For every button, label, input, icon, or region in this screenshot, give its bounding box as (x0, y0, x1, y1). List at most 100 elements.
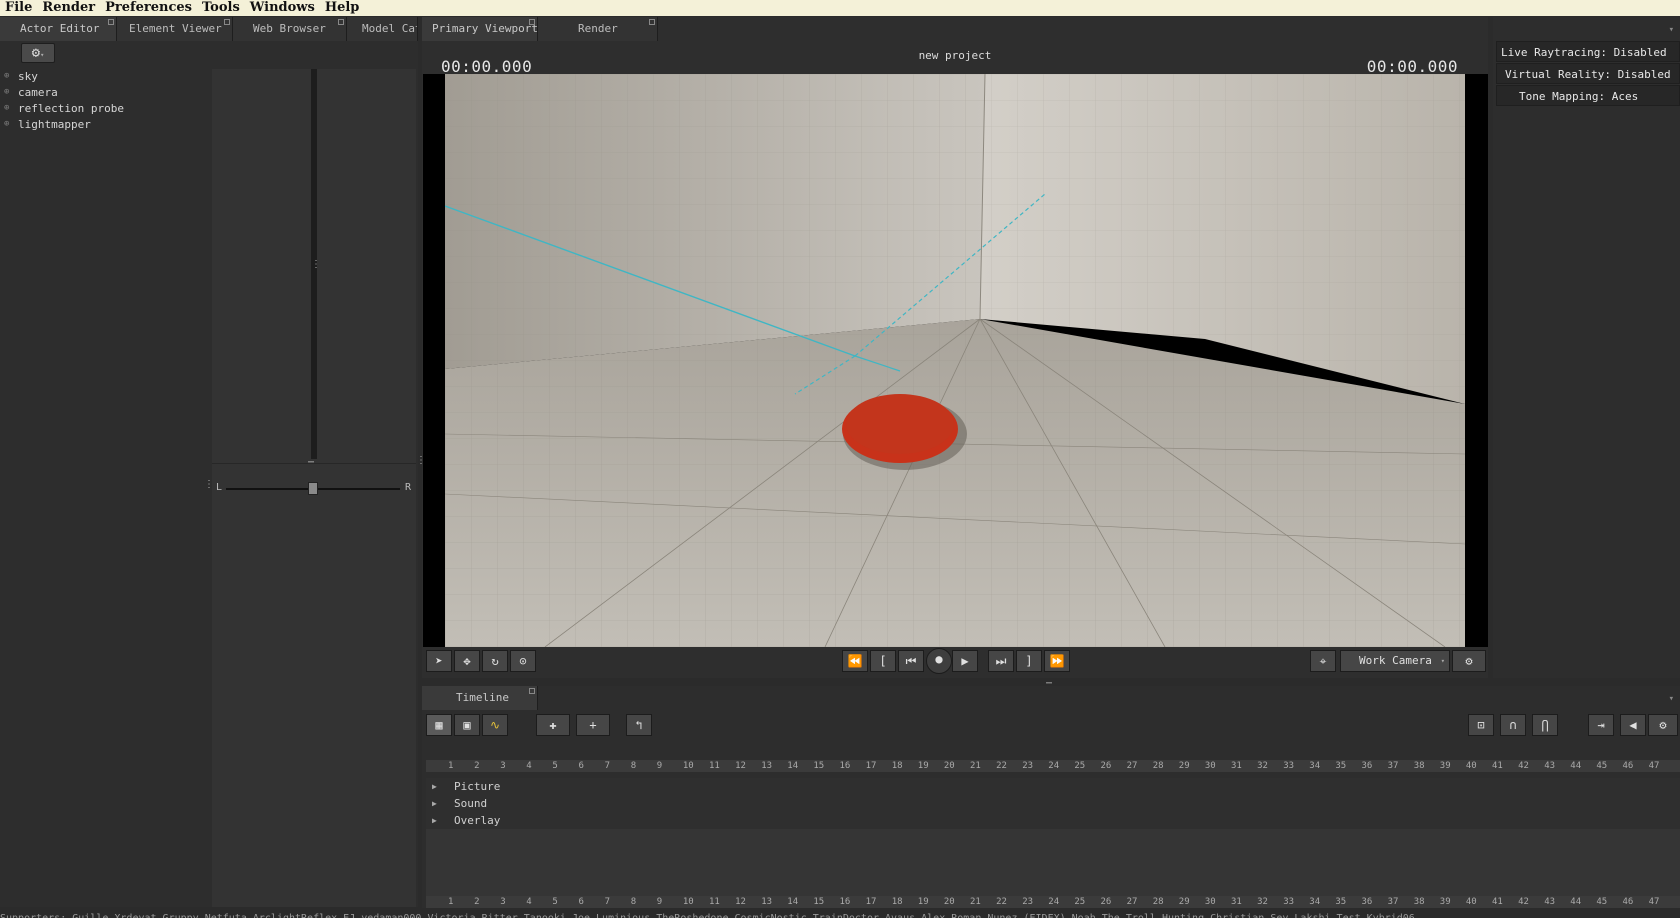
menu-tools[interactable]: Tools (197, 0, 245, 16)
tone-mapping-status[interactable]: Tone Mapping: Aces (1496, 85, 1680, 106)
undock-icon[interactable] (649, 19, 655, 25)
motion-editor-button[interactable]: ▣ (454, 714, 480, 736)
up-arrow-icon: ↰ (635, 718, 643, 732)
select-tool-button[interactable]: ➤ (426, 650, 452, 672)
magnet-button[interactable]: ∩ (1500, 714, 1526, 736)
camera-target-button[interactable]: ⌖ (1310, 650, 1336, 672)
balance-right-label: R (405, 482, 412, 493)
ruler-tick: 10 (682, 761, 694, 771)
undock-icon[interactable] (338, 19, 344, 25)
viewport-canvas[interactable] (423, 74, 1488, 647)
ruler-tick: 43 (1544, 897, 1556, 907)
actor-item-sky[interactable]: ⊕ sky (0, 69, 210, 85)
next-frame-button[interactable]: ⏭ (988, 650, 1014, 672)
tab-element-viewer[interactable]: Element Viewer (117, 17, 233, 41)
expand-arrow-icon[interactable]: ▶ (432, 812, 437, 829)
panel-menu-icon[interactable]: ▾ (1669, 694, 1674, 704)
rotate-tool-button[interactable]: ↻ (482, 650, 508, 672)
menu-file[interactable]: File (0, 0, 37, 16)
mute-button[interactable]: ◀ (1620, 714, 1646, 736)
expand-icon[interactable]: ⊕ (4, 104, 13, 113)
panel-menu-icon[interactable]: ▾ (1669, 25, 1674, 35)
ruler-tick: 14 (787, 897, 799, 907)
live-raytracing-status[interactable]: Live Raytracing: Disabled (1496, 41, 1680, 62)
ruler-tick: 26 (1100, 897, 1112, 907)
timeline-settings-button[interactable]: ⚙ (1648, 714, 1678, 736)
magnet-icon: ∩ (1509, 718, 1517, 732)
ruler-tick: 4 (526, 761, 532, 771)
graph-editor-button[interactable]: ∿ (482, 714, 508, 736)
splitter-handle[interactable]: ⋮ (311, 259, 321, 270)
mark-in-button[interactable]: [ (870, 650, 896, 672)
jump-end-button[interactable]: ⇥ (1588, 714, 1614, 736)
bracket-left-icon: [ (879, 654, 887, 668)
viewport-settings-button[interactable]: ⚙ (1452, 650, 1486, 672)
ruler-tick: 15 (813, 761, 825, 771)
tab-web-browser[interactable]: Web Browser (233, 17, 347, 41)
previous-frame-button[interactable]: ⏮ (898, 650, 924, 672)
snap-to-frame-button[interactable]: ⊡ (1468, 714, 1494, 736)
ruler-tick: 46 (1622, 897, 1634, 907)
magnet-frames-button[interactable]: ⋂ (1532, 714, 1558, 736)
go-up-button[interactable]: ↰ (626, 714, 652, 736)
play-button[interactable]: ▶ (952, 650, 978, 672)
mark-out-button[interactable]: ] (1016, 650, 1042, 672)
timeline-ruler-bottom[interactable]: 1 2 3 4 5 6 7 8 9 10 11 12 13 14 15 16 17 18 19 20 21 22 23 24 2… (426, 896, 1680, 908)
track-overlay[interactable]: ▶ Overlay (426, 812, 1680, 829)
cursor-icon: ➤ (435, 654, 443, 668)
snap-icon: ⊡ (1477, 718, 1485, 732)
tab-timeline[interactable]: Timeline (422, 686, 538, 710)
undock-icon[interactable] (108, 19, 114, 25)
step-forward-icon: ⏭ (995, 654, 1007, 668)
tab-label: Web Browser (253, 22, 326, 35)
ruler-tick: 47 (1648, 897, 1660, 907)
move-tool-button[interactable]: ✥ (454, 650, 480, 672)
tab-actor-editor[interactable]: Actor Editor (0, 17, 117, 41)
gear-icon: ⚙ (31, 45, 41, 61)
balance-slider-handle[interactable] (308, 482, 318, 495)
skip-forward-button[interactable]: ⏩ (1044, 650, 1070, 672)
expand-arrow-icon[interactable]: ▶ (432, 778, 437, 795)
add-track-button[interactable]: ✚ (536, 714, 570, 736)
expand-icon[interactable]: ⊕ (4, 88, 13, 97)
menu-preferences[interactable]: Preferences (100, 0, 197, 16)
skip-back-button[interactable]: ⏪ (842, 650, 868, 672)
undock-icon[interactable] (224, 19, 230, 25)
virtual-reality-status[interactable]: Virtual Reality: Disabled (1496, 63, 1680, 84)
add-item-button[interactable]: + (576, 714, 610, 736)
ruler-tick: 12 (735, 897, 746, 907)
expand-icon[interactable]: ⊕ (4, 120, 13, 129)
actor-editor-panel: Actor Editor Element Viewer Web Browser … (0, 17, 426, 907)
fast-forward-icon: ⏩ (1049, 654, 1065, 668)
track-picture[interactable]: ▶ Picture (426, 778, 1680, 795)
actor-settings-button[interactable]: ⚙▾ (21, 43, 55, 63)
menu-windows[interactable]: Windows (245, 0, 320, 16)
camera-select[interactable]: Work Camera ▾ (1340, 650, 1450, 672)
timeline-panel: Timeline ▾ ▦ ▣ ∿ ✚ + ↰ ⊡ ∩ ⋂ ⇥ ◀ ⚙ 12345… (422, 686, 1680, 908)
gear-icon: ⚙ (1465, 654, 1473, 668)
ruler-tick: 19 (917, 897, 929, 907)
ruler-tick: 43 (1544, 761, 1556, 771)
record-button[interactable]: ● (926, 648, 952, 674)
menu-render[interactable]: Render (37, 0, 100, 16)
actor-item-reflection-probe[interactable]: ⊕ reflection probe (0, 101, 210, 117)
undock-icon[interactable] (529, 688, 535, 694)
scale-tool-button[interactable]: ⊙ (510, 650, 536, 672)
clip-editor-button[interactable]: ▦ (426, 714, 452, 736)
expand-icon[interactable]: ⊕ (4, 72, 13, 81)
scale-icon: ⊙ (519, 654, 527, 668)
step-back-icon: ⏮ (905, 654, 917, 668)
actor-item-lightmapper[interactable]: ⊕ lightmapper (0, 117, 210, 133)
ruler-tick: 37 (1387, 897, 1399, 907)
track-sound[interactable]: ▶ Sound (426, 795, 1680, 812)
timeline-ruler-top[interactable]: 1 2 3 4 5 6 7 8 9 10 11 12 13 14 15 16 17 18 19 20 21 22 23 24 2… (426, 760, 1680, 772)
tab-render[interactable]: Render (538, 17, 658, 41)
ruler-tick: 42 (1518, 897, 1529, 907)
menu-help[interactable]: Help (320, 0, 365, 16)
actor-item-camera[interactable]: ⊕ camera (0, 85, 210, 101)
undock-icon[interactable] (529, 19, 535, 25)
tab-model-catalog[interactable]: Model Cat (347, 17, 418, 41)
horizontal-splitter[interactable]: ⋯ (212, 457, 416, 468)
expand-arrow-icon[interactable]: ▶ (432, 795, 437, 812)
tab-primary-viewport[interactable]: Primary Viewport (422, 17, 538, 41)
